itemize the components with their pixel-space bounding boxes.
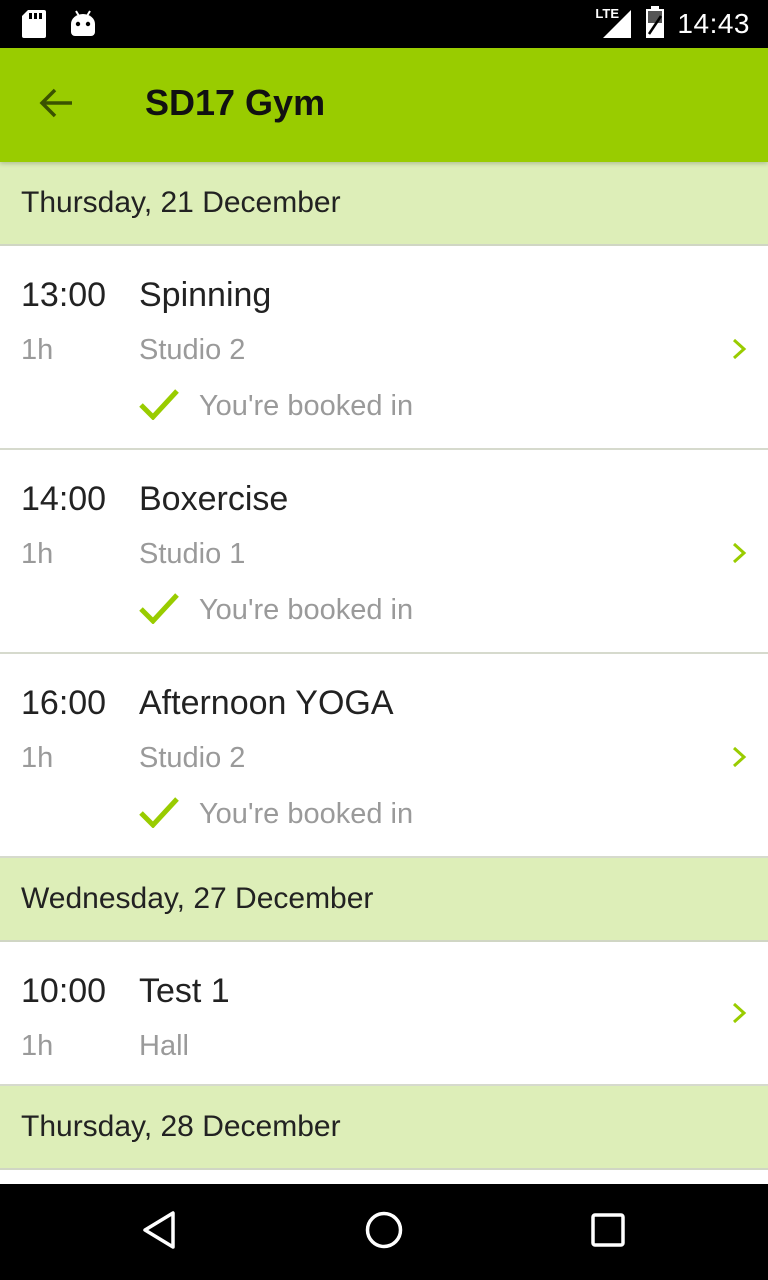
day-header: Thursday, 21 December: [0, 162, 768, 246]
session-name: Test 1: [139, 972, 230, 1010]
recents-square-icon: [588, 1210, 628, 1255]
page-title: SD17 Gym: [145, 82, 326, 123]
status-time: 14:43: [677, 8, 750, 39]
back-triangle-icon: [140, 1210, 180, 1255]
session-duration: 1h: [21, 742, 54, 774]
booking-status: You're booked in: [139, 592, 413, 629]
session-name: Spinning: [139, 276, 272, 314]
status-bar: LTE 14:43: [0, 0, 768, 48]
booking-status-text: You're booked in: [199, 798, 414, 830]
day-header: Wednesday, 27 December: [0, 858, 768, 942]
android-icon: [70, 10, 96, 43]
arrow-back-icon: [38, 88, 74, 123]
status-right: LTE 14:43: [595, 5, 750, 43]
booking-status-text: You're booked in: [199, 594, 414, 626]
session-time: 10:00: [21, 972, 107, 1010]
schedule-list: Thursday, 21 December 13:00 Spinning 1h …: [0, 162, 768, 1182]
chevron-right-icon: [730, 746, 748, 768]
checkmark-icon: [139, 592, 179, 629]
status-left: [22, 10, 96, 43]
booking-status-text: You're booked in: [199, 390, 414, 422]
session-row[interactable]: 14:00 Boxercise 1h Studio 1 You're booke…: [0, 450, 768, 654]
session-location: Studio 2: [139, 742, 246, 774]
nav-back-button[interactable]: [136, 1208, 184, 1256]
session-row[interactable]: 10:00 Test 1 1h Hall: [0, 942, 768, 1086]
signal-icon: LTE: [595, 6, 633, 40]
system-nav-bar: [0, 1184, 768, 1280]
network-type-label: LTE: [595, 6, 620, 21]
session-time: 13:00: [21, 276, 107, 314]
checkmark-icon: [139, 388, 179, 425]
battery-icon: [645, 5, 665, 43]
session-time: 16:00: [21, 684, 107, 722]
booking-status: You're booked in: [139, 796, 413, 833]
session-location: Studio 1: [139, 538, 246, 570]
chevron-right-icon: [730, 338, 748, 360]
session-name: Boxercise: [139, 480, 289, 518]
booking-status: You're booked in: [139, 388, 413, 425]
chevron-right-icon: [730, 1002, 748, 1024]
session-name: Afternoon YOGA: [139, 684, 394, 722]
checkmark-icon: [139, 796, 179, 833]
session-location: Hall: [139, 1030, 189, 1062]
home-circle-icon: [364, 1210, 404, 1255]
back-button[interactable]: [28, 81, 84, 129]
session-duration: 1h: [21, 1030, 54, 1062]
session-time: 14:00: [21, 480, 107, 518]
session-location: Studio 2: [139, 334, 246, 366]
session-row[interactable]: 16:00 Afternoon YOGA 1h Studio 2 You're …: [0, 654, 768, 858]
sd-card-icon: [22, 10, 46, 43]
nav-recents-button[interactable]: [584, 1208, 632, 1256]
nav-home-button[interactable]: [360, 1208, 408, 1256]
chevron-right-icon: [730, 542, 748, 564]
day-header: Thursday, 28 December: [0, 1086, 768, 1170]
session-row[interactable]: 13:00 Spinning 1h Studio 2 You're booked…: [0, 246, 768, 450]
session-duration: 1h: [21, 538, 54, 570]
session-duration: 1h: [21, 334, 54, 366]
app-bar: SD17 Gym: [0, 48, 768, 162]
